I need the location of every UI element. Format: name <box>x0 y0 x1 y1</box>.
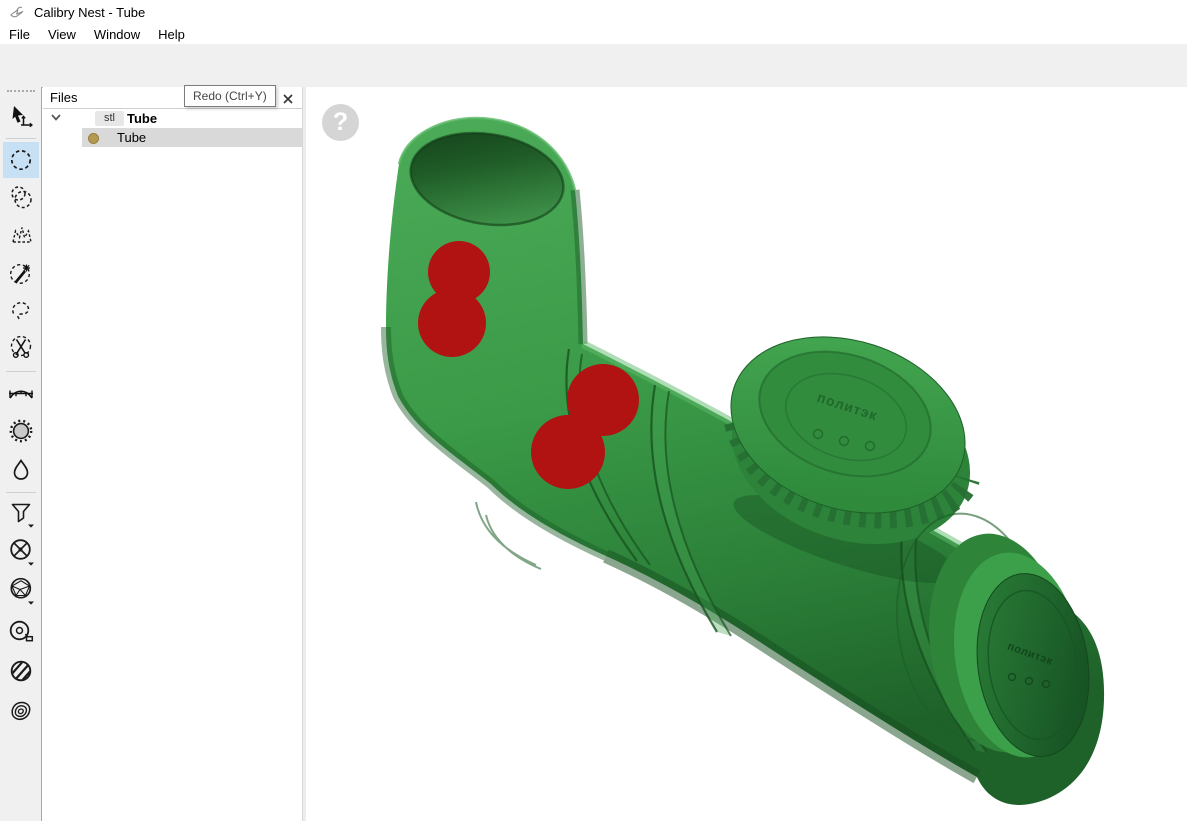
circle-select-tool[interactable] <box>3 142 39 178</box>
polygon-brush-select-tool[interactable] <box>3 217 39 253</box>
lasso-icon <box>6 296 36 326</box>
fill-holes-tool[interactable] <box>3 413 39 449</box>
help-button[interactable]: ? <box>322 104 359 141</box>
filter-tool[interactable] <box>3 495 39 531</box>
titlebar: Calibry Nest - Tube <box>0 0 1187 24</box>
hatched-circle-icon <box>6 657 36 687</box>
help-glyph: ? <box>333 108 348 137</box>
double-circle-select-tool[interactable] <box>3 179 39 215</box>
menu-window[interactable]: Window <box>85 25 149 44</box>
magic-wand-tool[interactable] <box>3 256 39 292</box>
dashed-crown-icon <box>6 220 36 250</box>
selection-sidebar <box>0 87 42 821</box>
cursor-select-tool[interactable] <box>3 99 39 135</box>
measure-tool[interactable] <box>3 614 39 650</box>
contour-tool[interactable] <box>3 693 39 729</box>
expander-button[interactable] <box>48 112 64 126</box>
hummingbird-icon <box>8 3 26 21</box>
mesh-color-dot <box>88 133 99 144</box>
tree-row-file[interactable]: stl Tube <box>43 109 302 128</box>
menu-help[interactable]: Help <box>149 25 194 44</box>
magic-wand-icon <box>6 259 36 289</box>
redo-tooltip: Redo (Ctrl+Y) <box>184 85 276 107</box>
cut-tool[interactable] <box>3 330 39 366</box>
viewport-3d[interactable]: политэк политэк ? <box>306 87 1187 821</box>
sidebar-separator <box>6 138 36 139</box>
mesh-sphere-icon <box>6 575 36 605</box>
main-toolbar: Calibry Human <box>0 44 1187 88</box>
calibry-nest-window: Calibry Nest - Tube File View Window Hel… <box>0 0 1187 821</box>
mesh-label: Tube <box>117 130 146 145</box>
menu-file[interactable]: File <box>0 25 39 44</box>
cursor-axis-icon <box>6 102 36 132</box>
file-label: Tube <box>127 111 157 126</box>
sidebar-separator <box>6 492 36 493</box>
smooth-tool[interactable] <box>3 452 39 488</box>
wheel-icon <box>6 536 36 566</box>
close-icon <box>282 93 294 105</box>
contour-blob-icon <box>6 696 36 726</box>
funnel-icon <box>6 498 36 528</box>
water-drop-icon <box>6 455 36 485</box>
mesh-tool[interactable] <box>3 572 39 608</box>
file-type-badge: stl <box>95 111 124 126</box>
double-dashed-circle-icon <box>6 182 36 212</box>
scissors-circle-icon <box>6 333 36 363</box>
texture-tool[interactable] <box>3 654 39 690</box>
sidebar-separator <box>6 371 36 372</box>
bridge-tool[interactable] <box>3 375 39 411</box>
close-panel-button[interactable] <box>280 91 296 106</box>
menu-view[interactable]: View <box>39 25 85 44</box>
bridge-icon <box>6 378 36 408</box>
menubar: File View Window Help <box>0 24 1187 44</box>
selected-row-highlight <box>82 128 302 147</box>
model-tube[interactable]: политэк политэк <box>306 87 1187 821</box>
sidebar-gripper[interactable] <box>7 90 35 92</box>
window-title: Calibry Nest - Tube <box>34 5 145 20</box>
files-panel-title: Files <box>50 90 77 105</box>
tree-row-mesh[interactable]: Tube <box>43 128 302 147</box>
tape-measure-icon <box>6 617 36 647</box>
stitched-circle-icon <box>6 416 36 446</box>
simplify-tool[interactable] <box>3 533 39 569</box>
chevron-down-icon <box>48 112 64 124</box>
lasso-select-tool[interactable] <box>3 293 39 329</box>
dashed-circle-icon <box>6 145 36 175</box>
files-panel: Files stl Tube Tube <box>43 87 302 821</box>
